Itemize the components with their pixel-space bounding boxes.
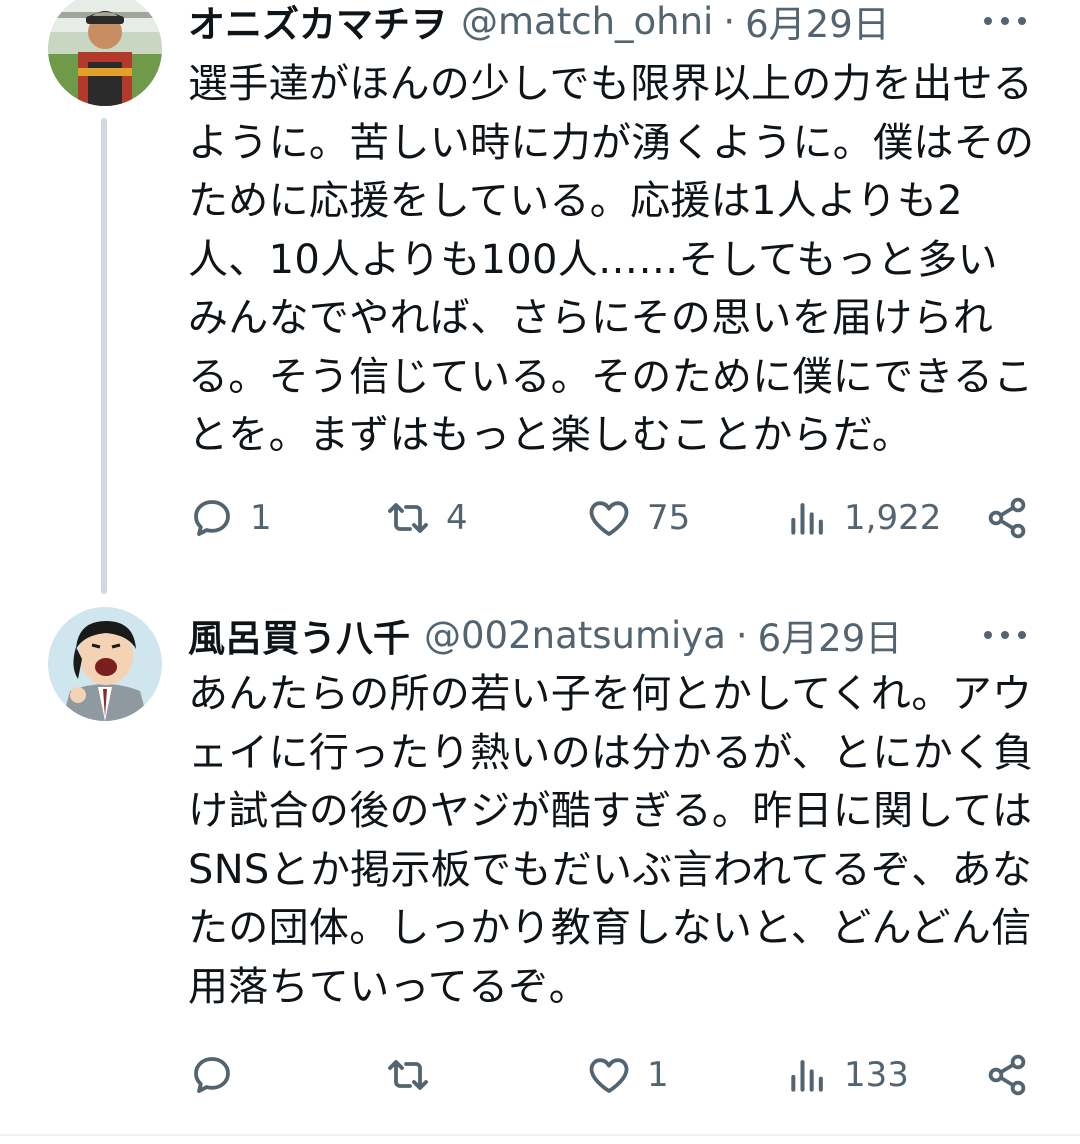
reply-icon — [194, 500, 230, 536]
analytics-icon — [791, 1060, 823, 1092]
tweet-header: オニズカマチヲ @match_ohni · 6月29日 — [188, 0, 1040, 49]
more-options-icon[interactable] — [984, 625, 1026, 645]
divider — [0, 1134, 1080, 1136]
view-count: 133 — [844, 1055, 909, 1095]
tweet-date[interactable]: 6月29日 — [758, 608, 903, 662]
tweet-header: 風呂買う八千 @002natsumiya · 6月29日 — [188, 607, 1040, 663]
views-button[interactable]: 133 — [786, 1045, 909, 1105]
share-icon — [988, 497, 1026, 539]
avatar[interactable] — [48, 0, 162, 106]
retweet-button[interactable] — [384, 1045, 446, 1105]
user-handle[interactable]: @match_ohni — [461, 0, 713, 43]
retweet-icon — [388, 1060, 428, 1090]
views-button[interactable]: 1,922 — [786, 488, 941, 548]
like-button[interactable]: 1 — [585, 1045, 669, 1105]
separator-dot: · — [723, 0, 736, 43]
display-name[interactable]: 風呂買う八千 — [188, 608, 410, 662]
thread-line — [101, 118, 107, 594]
share-button[interactable] — [983, 1045, 1031, 1105]
analytics-icon — [791, 503, 823, 535]
heart-icon — [589, 1058, 629, 1093]
like-count: 75 — [647, 498, 691, 538]
display-name[interactable]: オニズカマチヲ — [188, 0, 447, 48]
view-count: 1,922 — [844, 498, 942, 538]
action-bar: 1 4 75 1,922 — [188, 488, 1040, 548]
separator-dot: · — [735, 613, 748, 657]
retweet-button[interactable]: 4 — [384, 488, 468, 548]
user-photo-avatar-icon — [48, 0, 162, 106]
retweet-count: 4 — [446, 498, 468, 538]
reply-count: 1 — [250, 498, 272, 538]
tweet[interactable]: オニズカマチヲ @match_ohni · 6月29日 選手達がほんの少しでも限… — [0, 0, 1080, 595]
user-handle[interactable]: @002natsumiya — [424, 614, 726, 657]
more-options-icon[interactable] — [984, 11, 1026, 31]
share-button[interactable] — [983, 488, 1031, 548]
tweet-date[interactable]: 6月29日 — [745, 0, 890, 48]
cartoon-character-avatar-icon — [48, 607, 162, 721]
share-icon — [988, 1054, 1026, 1096]
tweet-text: 選手達がほんの少しでも限界以上の力を出せるように。苦しい時に力が湧くように。僕は… — [188, 61, 1035, 458]
tweet-text: あんたらの所の若い子を何とかしてくれ。アウェイに行ったり熱いのは分かるが、とにか… — [188, 671, 1034, 1010]
retweet-icon — [388, 503, 428, 533]
reply-button[interactable] — [188, 1045, 250, 1105]
heart-icon — [589, 501, 629, 536]
reply-icon — [194, 1057, 230, 1093]
like-count: 1 — [647, 1055, 669, 1095]
action-bar: 1 133 — [188, 1045, 1040, 1105]
tweet[interactable]: 風呂買う八千 @002natsumiya · 6月29日 あんたらの所の若い子を… — [0, 595, 1080, 1140]
avatar[interactable] — [48, 607, 162, 721]
like-button[interactable]: 75 — [585, 488, 690, 548]
reply-button[interactable]: 1 — [188, 488, 272, 548]
